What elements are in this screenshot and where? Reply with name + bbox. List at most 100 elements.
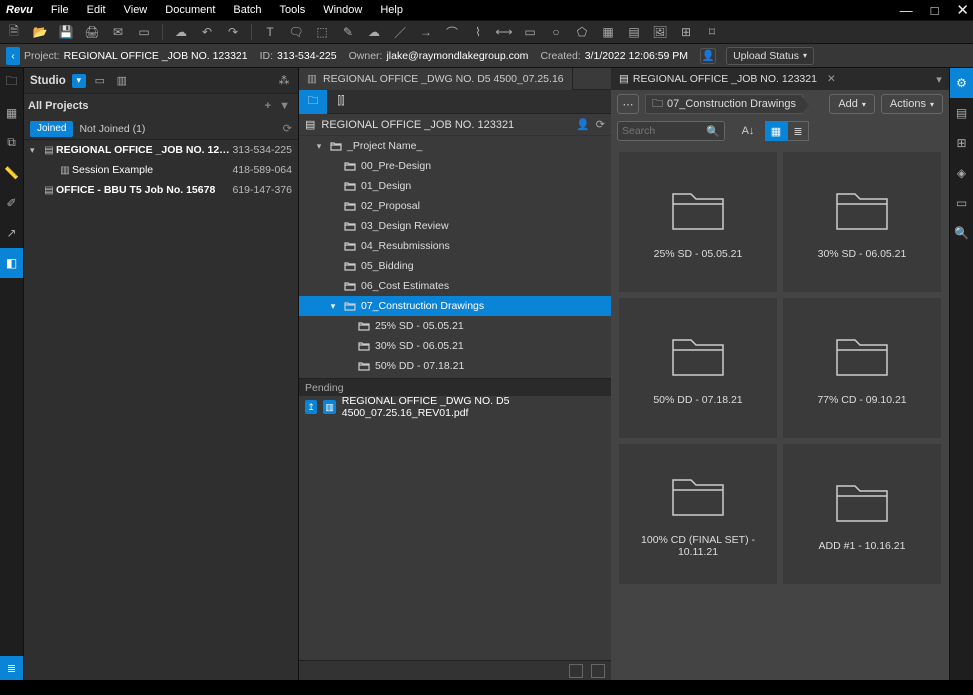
user-search-icon[interactable]: 👤 (576, 118, 590, 131)
open-icon[interactable]: 📂 (32, 24, 48, 40)
menu-document[interactable]: Document (165, 4, 215, 16)
toggle-split-icon[interactable] (591, 664, 605, 678)
panel-list-button[interactable]: ≣ (0, 656, 23, 680)
text-icon[interactable]: T (262, 24, 278, 40)
filter-icon[interactable]: ▼ (279, 100, 290, 112)
highlight-icon[interactable]: ✎ (340, 24, 356, 40)
settings-wand-icon[interactable]: ⁂ (276, 73, 292, 89)
polyline-icon[interactable]: ⌇ (470, 24, 486, 40)
pending-file-row[interactable]: ↥ ▥ REGIONAL OFFICE _DWG NO. D5 4500_07.… (299, 396, 611, 418)
add-icon[interactable]: + (265, 100, 271, 112)
menu-tools[interactable]: Tools (280, 4, 306, 16)
dimension-icon[interactable]: ⟷ (496, 24, 512, 40)
polygon-icon[interactable]: ⬠ (574, 24, 590, 40)
arc-icon[interactable]: ⌒ (444, 24, 460, 40)
settings-sliders-icon[interactable]: ⫿⫿ (327, 90, 355, 114)
folder-tree-row[interactable]: 03_Design Review (299, 216, 611, 236)
callout-icon[interactable]: ⬚ (314, 24, 330, 40)
folder-tile[interactable]: 77% CD - 09.10.21 (783, 298, 941, 438)
line-icon[interactable]: ／ (392, 24, 408, 40)
page-icon[interactable]: ▭ (136, 24, 152, 40)
maximize-icon[interactable]: □ (931, 3, 939, 18)
image-icon[interactable]: 🖼 (652, 24, 668, 40)
folder-tile[interactable]: 50% DD - 07.18.21 (619, 298, 777, 438)
folder-tree-row[interactable]: ▾07_Construction Drawings (299, 296, 611, 316)
folder-tree-row[interactable]: 04_Resubmissions (299, 236, 611, 256)
measure-icon[interactable]: 📏 (0, 158, 23, 188)
grid-view-button[interactable]: ▦ (765, 121, 787, 141)
note-icon[interactable]: 🗨 (288, 24, 304, 40)
studio-icon[interactable]: ◧ (0, 248, 23, 278)
folder-tree-row[interactable]: ▾_Project Name_ (299, 136, 611, 156)
thumbnails-icon[interactable]: ▦ (0, 98, 23, 128)
studio-dropdown[interactable]: ▾ (72, 74, 86, 88)
search-input[interactable] (622, 125, 706, 137)
links-icon[interactable]: ↗ (0, 218, 23, 248)
folder-tree-row[interactable]: 02_Proposal (299, 196, 611, 216)
redo-icon[interactable]: ↷ (225, 24, 241, 40)
upload-status-button[interactable]: Upload Status ▾ (726, 47, 814, 65)
close-tab-icon[interactable]: ✕ (827, 73, 836, 85)
minimize-icon[interactable]: — (900, 3, 913, 18)
list-view-button[interactable]: ≣ (787, 121, 809, 141)
crop-icon[interactable]: ⌑ (704, 24, 720, 40)
save-icon[interactable]: 💾 (58, 24, 74, 40)
markup-list-icon[interactable]: ▤ (950, 98, 973, 128)
joined-chip[interactable]: Joined (30, 121, 73, 137)
folder-tree-row[interactable]: 06_Cost Estimates (299, 276, 611, 296)
mail-icon[interactable]: ✉ (110, 24, 126, 40)
menu-batch[interactable]: Batch (233, 4, 261, 16)
folder-tree-row[interactable]: 25% SD - 05.05.21 (299, 316, 611, 336)
file-access-icon[interactable]: 🗀 (0, 68, 23, 98)
search-box[interactable]: 🔍 (617, 121, 725, 141)
menu-revu[interactable]: Revu (6, 4, 33, 16)
new-icon[interactable]: 🗎 (6, 24, 22, 40)
not-joined-chip[interactable]: Not Joined (1) (79, 123, 145, 135)
clouds-icon[interactable]: ▦ (600, 24, 616, 40)
document-tab[interactable]: ▥ REGIONAL OFFICE _DWG NO. D5 4500_07.25… (299, 68, 573, 90)
folder-tile[interactable]: 30% SD - 06.05.21 (783, 152, 941, 292)
search-icon[interactable]: 🔍 (706, 125, 720, 138)
bookmarks-icon[interactable]: ⧉ (0, 128, 23, 158)
project-row[interactable]: ▤OFFICE - BBU T5 Job No. 15678619-147-37… (24, 180, 298, 200)
breadcrumb-menu-button[interactable]: ⋯ (617, 94, 639, 114)
folder-tree-row[interactable]: 01_Design (299, 176, 611, 196)
cloud-markup-icon[interactable]: ☁ (366, 24, 382, 40)
refresh-icon[interactable]: ⟳ (283, 122, 292, 135)
print-icon[interactable]: 🖨 (84, 24, 100, 40)
tool-chest-icon[interactable]: ⊞ (950, 128, 973, 158)
add-button[interactable]: Add ▾ (829, 94, 875, 114)
folder-tree-row[interactable]: 00_Pre-Design (299, 156, 611, 176)
folder-tab[interactable]: ▤ REGIONAL OFFICE _JOB NO. 123321 ✕ (611, 68, 844, 90)
actions-button[interactable]: Actions ▾ (881, 94, 943, 114)
folder-tree-row[interactable]: 05_Bidding (299, 256, 611, 276)
ellipse-icon[interactable]: ○ (548, 24, 564, 40)
sort-button[interactable]: A↓ (737, 121, 759, 141)
tree-toggle-icon[interactable]: 🗀 (299, 90, 327, 114)
project-row[interactable]: ▥Session Example418-589-064 (24, 160, 298, 180)
menu-help[interactable]: Help (380, 4, 403, 16)
signatures-icon[interactable]: ✐ (0, 188, 23, 218)
rect-icon[interactable]: ▭ (522, 24, 538, 40)
person-icon[interactable]: 👤 (700, 48, 716, 64)
folder-tree-row[interactable]: 50% DD - 07.18.21 (299, 356, 611, 376)
folder-tile[interactable]: 25% SD - 05.05.21 (619, 152, 777, 292)
folder-tree-row[interactable]: 30% SD - 06.05.21 (299, 336, 611, 356)
close-icon[interactable]: ✕ (956, 1, 969, 19)
menu-window[interactable]: Window (323, 4, 362, 16)
cloud-icon[interactable]: ☁ (173, 24, 189, 40)
spaces-icon[interactable]: ▭ (950, 188, 973, 218)
project-row[interactable]: ▾▤REGIONAL OFFICE _JOB NO. 123321313-534… (24, 140, 298, 160)
refresh-tree-icon[interactable]: ⟳ (596, 118, 605, 131)
properties-gear-icon[interactable]: ⚙ (950, 68, 973, 98)
group-icon[interactable]: ⊞ (678, 24, 694, 40)
breadcrumb-item[interactable]: 🗀 07_Construction Drawings (645, 94, 803, 114)
menu-file[interactable]: File (51, 4, 69, 16)
undo-icon[interactable]: ↶ (199, 24, 215, 40)
projects-tab-icon[interactable]: ▭ (92, 73, 108, 89)
tab-overflow-icon[interactable]: ▾ (929, 73, 949, 86)
stamp-icon[interactable]: ▤ (626, 24, 642, 40)
menu-view[interactable]: View (124, 4, 148, 16)
folder-tile[interactable]: ADD #1 - 10.16.21 (783, 444, 941, 584)
arrow-icon[interactable]: → (418, 24, 434, 40)
